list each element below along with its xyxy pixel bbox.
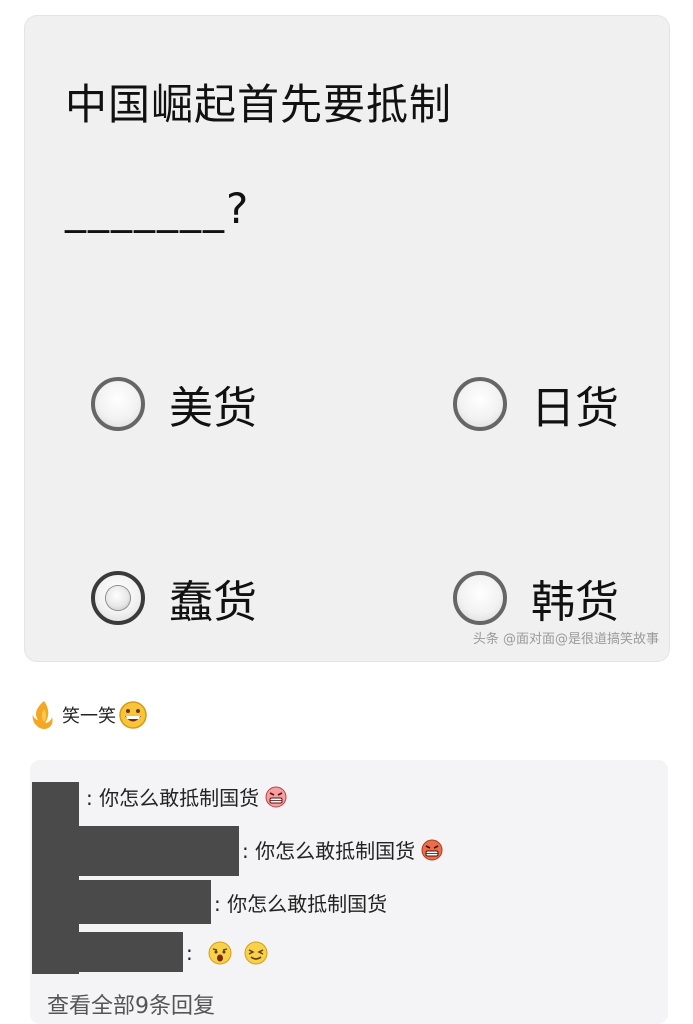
- reply-item[interactable]: :: [186, 940, 269, 966]
- option-label: 蠢货: [169, 577, 257, 628]
- option-meihuo[interactable]: 美货: [91, 372, 257, 436]
- view-all-replies-link[interactable]: 查看全部9条回复: [47, 988, 215, 1020]
- flame-icon: [32, 701, 53, 729]
- redacted-username: [77, 932, 183, 972]
- reply-item[interactable]: : 你怎么敢抵制国货: [242, 835, 443, 864]
- option-hanhuo[interactable]: 韩货: [453, 566, 619, 630]
- radio-unchecked-icon[interactable]: [91, 377, 145, 431]
- quiz-blank: _______?: [65, 184, 251, 233]
- squint-emoji-icon: [244, 941, 268, 965]
- angry-emoji-icon: [421, 839, 443, 860]
- caption-text: 笑一笑: [62, 706, 116, 727]
- shocked-emoji-icon: [208, 941, 232, 965]
- quiz-card: 中国崛起首先要抵制 _______? 美货 日货 蠢货 韩货 头条 @面对面@是…: [25, 16, 669, 661]
- option-rihuo[interactable]: 日货: [453, 372, 619, 436]
- reply-item[interactable]: : 你怎么敢抵制国货: [86, 782, 287, 811]
- radio-unchecked-icon[interactable]: [453, 571, 507, 625]
- reply-text: : 你怎么敢抵制国货: [86, 786, 260, 810]
- grin-emoji-icon: [119, 701, 147, 729]
- quiz-question: 中国崛起首先要抵制: [65, 80, 453, 129]
- reply-text: : 你怎么敢抵制国货: [214, 892, 388, 916]
- option-label: 美货: [169, 383, 257, 434]
- reply-thread: : 你怎么敢抵制国货 : 你怎么敢抵制国货 : 你怎么敢抵制国货 : 查看全部9…: [30, 760, 668, 1024]
- radio-checked-icon[interactable]: [91, 571, 145, 625]
- post-caption: 笑一笑: [32, 700, 148, 730]
- watermark: 头条 @面对面@是很道搞笑故事: [472, 632, 659, 647]
- redacted-username: [32, 782, 79, 974]
- reply-item[interactable]: : 你怎么敢抵制国货: [214, 888, 387, 917]
- redacted-username: [77, 826, 239, 876]
- option-label: 日货: [531, 383, 619, 434]
- reply-text: : 你怎么敢抵制国货: [242, 839, 416, 863]
- radio-unchecked-icon[interactable]: [453, 377, 507, 431]
- redacted-username: [77, 880, 211, 924]
- reply-text: :: [186, 941, 193, 965]
- option-chunhuo[interactable]: 蠢货: [91, 566, 257, 630]
- angry-emoji-icon: [265, 786, 287, 807]
- option-label: 韩货: [531, 577, 619, 628]
